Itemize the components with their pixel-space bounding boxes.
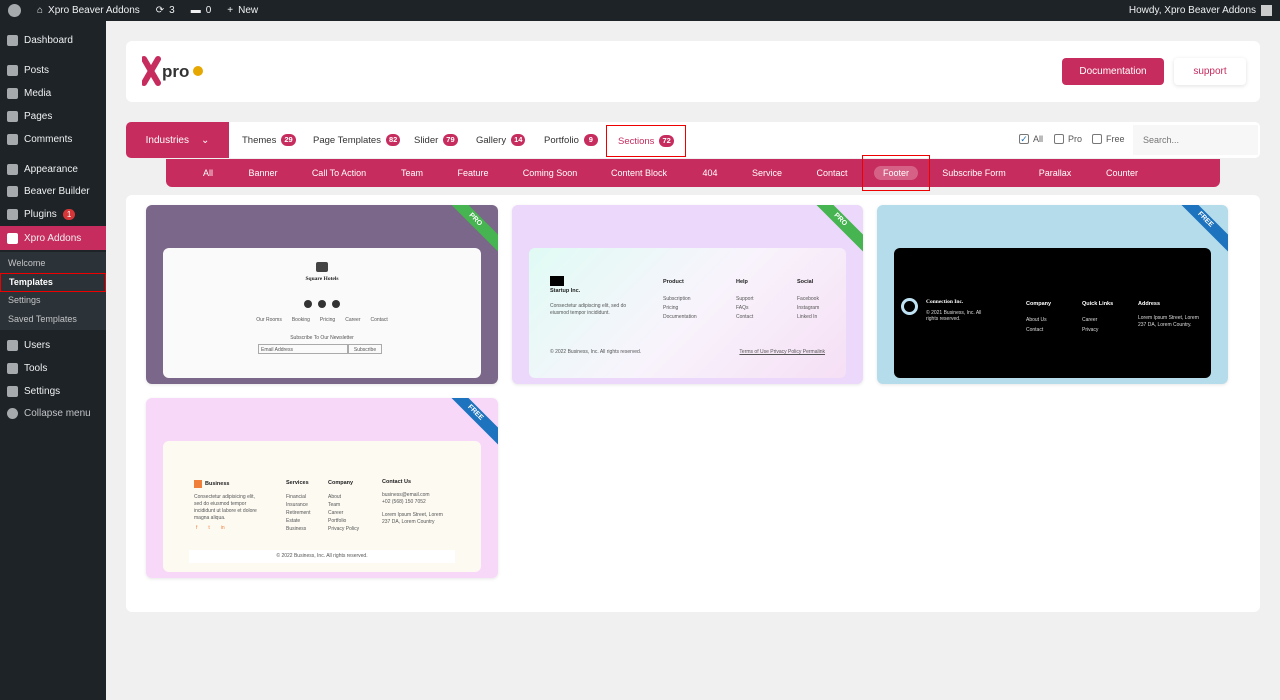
account-menu[interactable]: Howdy, Xpro Beaver Addons [1121, 0, 1280, 21]
category-service[interactable]: Service [752, 159, 782, 187]
submenu-settings[interactable]: Settings [8, 295, 41, 305]
menu-media[interactable]: Media [0, 82, 106, 104]
tab-page-templates[interactable]: Page Templates 82 [313, 122, 401, 158]
menu-beaver-builder[interactable]: Beaver Builder [0, 180, 106, 202]
menu-xpro-addons[interactable]: Xpro Addons [0, 226, 106, 250]
category-subscribe-form[interactable]: Subscribe Form [942, 159, 1006, 187]
beaver-builder-icon [7, 185, 18, 197]
refresh-icon: ⟳ [155, 5, 165, 16]
template-card[interactable]: PRO Square Hotels Our Rooms Booking Pricin… [146, 205, 498, 384]
media-icon [7, 87, 18, 99]
plugin-icon [7, 208, 18, 220]
tab-sections[interactable]: Sections 72 [606, 125, 686, 157]
tab-gallery[interactable]: Gallery 14 [476, 122, 526, 158]
comments-link[interactable]: ▬ 0 [183, 0, 220, 21]
site-name-link[interactable]: ⌂ Xpro Beaver Addons [29, 0, 148, 21]
collapse-icon [7, 407, 18, 419]
menu-settings[interactable]: Settings [0, 380, 106, 402]
category-counter[interactable]: Counter [1106, 159, 1138, 187]
menu-dashboard[interactable]: Dashboard [0, 29, 106, 51]
category-call-to-action[interactable]: Call To Action [312, 159, 366, 187]
submenu-templates[interactable]: Templates [0, 273, 106, 292]
startup-logo-icon [550, 276, 564, 286]
linkedin-icon: in [220, 525, 225, 531]
connection-logo-icon [901, 298, 918, 315]
admin-sidebar: Dashboard Posts Media Pages Comments App… [0, 21, 106, 700]
tab-portfolio[interactable]: Portfolio 9 [544, 122, 598, 158]
menu-comments[interactable]: Comments [0, 128, 106, 150]
tab-themes[interactable]: Themes 29 [242, 122, 296, 158]
menu-appearance[interactable]: Appearance [0, 158, 106, 180]
home-icon: ⌂ [37, 5, 44, 16]
section-categories: All Banner Call To Action Team Feature Coming… [166, 159, 1220, 187]
settings-icon [7, 385, 18, 397]
footer-category-highlight [862, 155, 930, 191]
template-card[interactable]: FREE Business Consectetur adipisicing el… [146, 398, 498, 578]
social-icons: f t in [196, 525, 225, 531]
menu-pages[interactable]: Pages [0, 105, 106, 127]
menu-posts[interactable]: Posts [0, 59, 106, 81]
pin-icon [7, 64, 18, 76]
twitter-icon: t [208, 525, 210, 531]
collapse-menu-button[interactable]: Collapse menu [0, 402, 106, 424]
search-input[interactable] [1133, 125, 1258, 155]
category-404[interactable]: 404 [702, 159, 717, 187]
hotel-logo-icon [316, 262, 328, 272]
facebook-icon [304, 300, 312, 308]
filter-pro-checkbox[interactable]: Pro [1054, 134, 1082, 144]
category-parallax[interactable]: Parallax [1039, 159, 1072, 187]
industries-dropdown[interactable]: Industries ⌄ [126, 122, 229, 158]
category-team[interactable]: Team [401, 159, 423, 187]
plugins-update-badge: 1 [62, 208, 76, 220]
business-logo-icon [194, 480, 202, 488]
plus-icon: + [227, 5, 234, 16]
updates-link[interactable]: ⟳ 3 [148, 0, 183, 21]
avatar [1261, 5, 1272, 16]
submenu-saved-templates[interactable]: Saved Templates [8, 314, 77, 324]
xpro-logo: pro [141, 55, 206, 87]
wordpress-logo-icon[interactable] [0, 0, 29, 21]
support-button[interactable]: support [1174, 58, 1246, 85]
submenu-welcome[interactable]: Welcome [8, 258, 45, 268]
category-all[interactable]: All [203, 159, 213, 187]
wrench-icon [7, 362, 18, 374]
tab-slider[interactable]: Slider 79 [414, 122, 458, 158]
admin-bar: ⌂ Xpro Beaver Addons ⟳ 3 ▬ 0 + New Howdy, Xp… [0, 0, 1280, 21]
dashboard-icon [7, 34, 18, 46]
template-card[interactable]: FREE Connection Inc. © 2021 Business, In… [877, 205, 1228, 384]
xpro-submenu: Welcome Templates Settings Saved Templat… [0, 252, 106, 330]
template-type-tabs: Industries ⌄ Themes 29 Page Templates 82 Sl… [126, 122, 1260, 158]
xpro-icon [7, 232, 18, 244]
category-contact[interactable]: Contact [816, 159, 847, 187]
menu-plugins[interactable]: Plugins 1 [0, 203, 106, 225]
category-coming-soon[interactable]: Coming Soon [523, 159, 578, 187]
users-icon [7, 339, 18, 351]
documentation-button[interactable]: Documentation [1062, 58, 1164, 85]
svg-text:pro: pro [162, 62, 189, 81]
menu-tools[interactable]: Tools [0, 357, 106, 379]
twitter-icon [318, 300, 326, 308]
comment-icon: ▬ [190, 5, 201, 16]
linkedin-icon [332, 300, 340, 308]
category-content-block[interactable]: Content Block [611, 159, 667, 187]
menu-users[interactable]: Users [0, 334, 106, 356]
checkmark-icon: ✓ [1019, 134, 1029, 144]
chevron-down-icon: ⌄ [200, 134, 210, 146]
category-banner[interactable]: Banner [248, 159, 277, 187]
comment-icon [7, 133, 18, 145]
new-content-link[interactable]: + New [219, 0, 266, 21]
page-icon [7, 110, 18, 122]
facebook-icon: f [196, 525, 198, 531]
filter-free-checkbox[interactable]: Free [1092, 134, 1125, 144]
category-feature[interactable]: Feature [457, 159, 488, 187]
filter-all-checkbox[interactable]: ✓ All [1019, 134, 1043, 144]
template-card[interactable]: PRO Startup Inc. Consectetur adipiscing … [512, 205, 863, 384]
brush-icon [7, 163, 18, 175]
